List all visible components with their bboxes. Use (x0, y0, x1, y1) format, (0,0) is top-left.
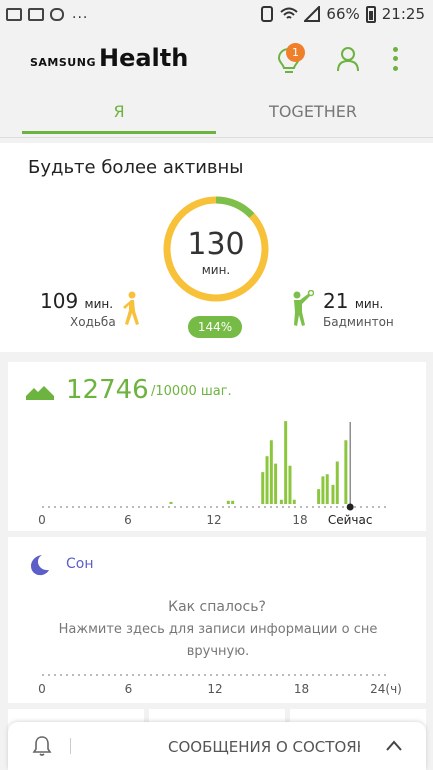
steps-bar (284, 421, 288, 504)
sleep-card[interactable]: Сон Как спалось? Нажмите здесь для запис… (8, 537, 426, 703)
sleep-tick-label: 6 (125, 682, 133, 696)
sleep-title: Сон (66, 556, 94, 572)
main-tabs: Я TOGETHER (0, 86, 433, 138)
steps-goal: /10000 шаг. (151, 384, 232, 399)
badminton-value: 21 (323, 289, 349, 313)
tab-together[interactable]: TOGETHER (216, 86, 410, 136)
walking-value: 109 (40, 289, 79, 313)
active-tab-indicator (22, 131, 216, 134)
goal-percent-badge: 144% (188, 316, 242, 338)
steps-tick-label: 12 (206, 513, 221, 527)
badminton-icon (293, 290, 314, 326)
steps-bar (335, 461, 339, 504)
steps-bar (279, 499, 283, 504)
moon-icon (31, 555, 49, 576)
status-system-icons: 66% 21:25 (260, 5, 425, 23)
sleep-hint[interactable]: Нажмите здесь для записи информации о сн… (53, 619, 383, 663)
badminton-minutes: 21 мин. (323, 289, 383, 313)
walking-unit: мин. (84, 297, 114, 311)
battery-percent: 66% (326, 5, 360, 23)
samsung-health-logo: SAMSUNG Health (30, 44, 188, 72)
sleep-axis: 0 6 12 18 24(ч) (38, 674, 402, 696)
total-minutes: 130 (187, 227, 245, 262)
steps-card[interactable]: 12746 /10000 шаг. 0 6 12 18 Сейчас (8, 362, 426, 531)
steps-bar (344, 440, 348, 504)
sleep-tick-label: 12 (207, 682, 222, 696)
signal-icon (304, 6, 321, 22)
more-notifications-icon: ... (72, 6, 89, 22)
shoe-icon (26, 386, 54, 400)
steps-bar (231, 500, 235, 504)
now-label: Сейчас (328, 513, 373, 527)
logo-health-text: Health (98, 44, 189, 72)
steps-chart: 0 6 12 18 Сейчас (38, 421, 388, 527)
steps-bar (317, 489, 321, 504)
now-marker-dot (346, 503, 354, 511)
activity-title: Будьте более активны (28, 157, 244, 178)
more-options-icon[interactable] (385, 45, 405, 73)
status-notification-icons: ... (6, 6, 88, 22)
steps-bar (226, 500, 230, 504)
status-messages-text: СООБЩЕНИЯ О СОСТОЯНИИ (168, 738, 360, 756)
logo-samsung-text: SAMSUNG (30, 56, 96, 69)
battery-icon (365, 5, 376, 23)
status-messages-bar[interactable]: СООБЩЕНИЯ О СОСТОЯНИИ (8, 722, 426, 770)
steps-bar (274, 463, 278, 504)
badminton-unit: мин. (354, 297, 384, 311)
wifi-icon (280, 7, 299, 19)
steps-bar (269, 440, 273, 504)
status-bar: ... 66% 21:25 (0, 0, 433, 30)
steps-tick-label: 6 (124, 513, 132, 527)
sim-icon (261, 6, 274, 22)
steps-count: 12746 (66, 375, 149, 405)
notification-badge: 1 (286, 43, 305, 62)
total-minutes-unit: мин. (201, 263, 231, 277)
mail-icon (6, 7, 22, 21)
steps-bar (265, 456, 269, 504)
sleep-tick-label: 0 (38, 682, 46, 696)
bell-icon (32, 736, 52, 756)
activity-card[interactable]: Будьте более активны 130 мин. 144% 109 м… (0, 143, 433, 352)
status-time: 21:25 (381, 5, 425, 23)
steps-bar (292, 499, 296, 504)
sleep-tick-label: 24(ч) (370, 682, 402, 696)
sleep-question: Как спалось? (168, 599, 266, 615)
steps-tick-label: 18 (292, 513, 307, 527)
sleep-tick-label: 18 (294, 682, 309, 696)
steps-bar (331, 484, 335, 504)
steps-bar (321, 476, 325, 504)
app-bar: SAMSUNG Health 1 (0, 30, 433, 86)
voicemail-icon (50, 7, 64, 21)
walking-icon (123, 291, 139, 325)
steps-tick-label: 0 (38, 513, 46, 527)
gallery-icon (28, 7, 44, 21)
walking-label: Ходьба (70, 315, 116, 329)
badminton-label: Бадминтон (323, 315, 394, 329)
profile-icon[interactable] (336, 46, 360, 72)
walking-minutes: 109 мин. (40, 289, 113, 313)
tab-me[interactable]: Я (22, 86, 216, 136)
steps-bar (169, 501, 173, 504)
notification-separator (70, 738, 71, 754)
steps-bar (261, 472, 265, 504)
steps-bar (288, 465, 292, 504)
chevron-up-icon[interactable] (384, 736, 404, 756)
steps-bar (325, 474, 329, 504)
